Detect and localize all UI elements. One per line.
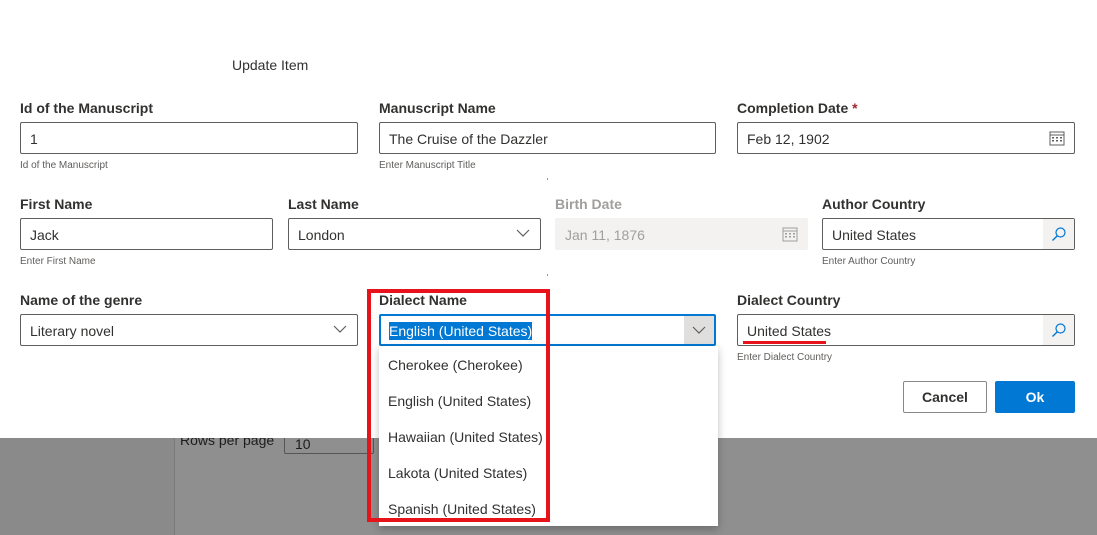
dialect-option[interactable]: Hawaiian (United States) (379, 418, 718, 454)
dialect-name-value[interactable]: English (United States) (389, 322, 533, 340)
dialect-name-label: Dialect Name (379, 292, 467, 308)
author-country-input[interactable]: United States (822, 218, 1075, 250)
completion-date-picker[interactable]: Feb 12, 1902 (737, 122, 1075, 154)
manuscript-name-hint: Enter Manuscript Title (379, 160, 476, 171)
manuscript-name-label: Manuscript Name (379, 100, 496, 116)
manuscript-name-input[interactable]: The Cruise of the Dazzler (379, 122, 716, 154)
author-country-value: United States (832, 227, 917, 243)
manuscript-name-value: The Cruise of the Dazzler (389, 131, 548, 147)
completion-date-label: Completion Date * (737, 100, 858, 116)
last-name-label: Last Name (288, 196, 359, 212)
first-name-value: Jack (30, 227, 59, 243)
birth-date-label: Birth Date (555, 196, 622, 212)
search-icon (1051, 323, 1066, 337)
first-name-label: First Name (20, 196, 93, 212)
highlight-underline (743, 341, 826, 344)
chevron-down-icon (333, 325, 347, 333)
dialog-title: Update Item (232, 57, 309, 73)
dialect-country-value: United States (747, 323, 832, 339)
last-name-value: London (298, 227, 345, 243)
genre-value: Literary novel (30, 323, 115, 339)
first-name-input[interactable]: Jack (20, 218, 273, 250)
last-name-dropdown[interactable]: London (288, 218, 541, 250)
dialect-options-list: Cherokee (Cherokee) English (United Stat… (379, 346, 718, 526)
author-country-label: Author Country (822, 196, 926, 212)
dialect-option[interactable]: English (United States) (379, 382, 718, 418)
background-sidebar (0, 438, 175, 535)
chevron-down-icon (692, 326, 706, 334)
dialect-country-hint: Enter Dialect Country (737, 352, 833, 363)
dialect-country-label: Dialect Country (737, 292, 841, 308)
manuscript-id-hint: Id of the Manuscript (20, 160, 108, 171)
manuscript-id-label: Id of the Manuscript (20, 100, 153, 116)
dialect-name-combobox[interactable]: English (United States) (379, 314, 716, 346)
author-country-search-button[interactable] (1043, 219, 1074, 249)
dialect-country-search-button[interactable] (1043, 315, 1074, 345)
genre-label: Name of the genre (20, 292, 143, 308)
dialect-name-expand-button[interactable] (684, 316, 714, 344)
author-country-hint: Enter Author Country (822, 256, 916, 267)
divider-dot (547, 178, 548, 180)
first-name-hint: Enter First Name (20, 256, 96, 267)
search-icon (1051, 227, 1066, 241)
manuscript-id-input[interactable]: 1 (20, 122, 358, 154)
divider-dot (547, 274, 548, 276)
dialect-option[interactable]: Lakota (United States) (379, 454, 718, 490)
birth-date-picker: Jan 11, 1876 (555, 218, 808, 250)
dialect-option[interactable]: Cherokee (Cherokee) (379, 346, 718, 382)
genre-dropdown[interactable]: Literary novel (20, 314, 358, 346)
required-mark: * (852, 100, 858, 116)
chevron-down-icon (516, 229, 530, 237)
completion-date-value: Feb 12, 1902 (747, 131, 830, 147)
birth-date-value: Jan 11, 1876 (565, 227, 645, 243)
completion-date-label-text: Completion Date (737, 100, 849, 116)
dialect-option[interactable]: Spanish (United States) (379, 490, 718, 526)
manuscript-id-value: 1 (30, 131, 38, 147)
calendar-icon[interactable] (1049, 130, 1065, 146)
cancel-button[interactable]: Cancel (903, 381, 987, 413)
calendar-icon (782, 227, 798, 242)
ok-button[interactable]: Ok (995, 381, 1075, 413)
